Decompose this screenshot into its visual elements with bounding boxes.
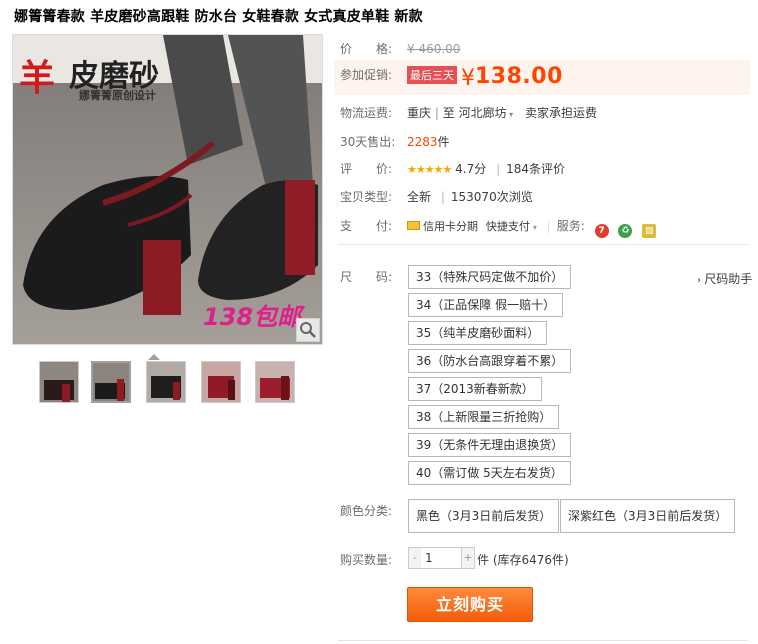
overlay-brand: 娜箐箐原创设计 xyxy=(79,89,156,102)
size-option[interactable]: 36（防水台高跟穿着不累） xyxy=(408,349,572,373)
seven-day-return-icon[interactable]: 7 xyxy=(594,224,609,238)
review-count-link[interactable]: 184条评价 xyxy=(506,162,565,176)
price-row: 价 格: ¥ 460.00 xyxy=(340,40,460,57)
quantity-label: 购买数量: xyxy=(340,553,393,567)
product-type-value: 全新 xyxy=(407,190,432,204)
rating-score: 4.7分 xyxy=(455,162,487,176)
size-label: 尺 码: xyxy=(340,270,393,284)
color-option-dark-red[interactable]: 深紫红色（3月3日前后发货） xyxy=(560,499,736,533)
price-label: 价 格: xyxy=(340,42,393,56)
main-product-image[interactable]: 羊 皮磨砂 娜箐箐原创设计 138包邮 xyxy=(12,34,323,345)
thumbnail-2[interactable] xyxy=(91,361,131,403)
payment-row: 支 付: 信用卡分期 快捷支付 ▾ | 服务: 7 ♻ ▧ xyxy=(340,217,657,238)
bottom-divider xyxy=(338,640,748,641)
shipping-destination[interactable]: 河北廊坊 ▾ xyxy=(459,106,514,120)
payment-label: 支 付: xyxy=(340,219,393,233)
divider xyxy=(338,244,748,245)
credit-card-icon xyxy=(407,221,420,230)
shipping-to: 河北廊坊 xyxy=(458,106,507,120)
size-option[interactable]: 35（纯羊皮磨砂面料） xyxy=(408,321,548,345)
size-option[interactable]: 33（特殊尺码定做不加价） xyxy=(408,265,572,289)
shipping-divider: | xyxy=(434,106,439,120)
payment-method-installment[interactable]: 信用卡分期 xyxy=(423,220,478,233)
size-option[interactable]: 40（需订做 5天左右发货） xyxy=(408,461,571,485)
size-option[interactable]: 34（正品保障 假一赔十） xyxy=(408,293,564,317)
payment-method-quick[interactable]: 快捷支付 xyxy=(486,220,530,233)
overlay-sheep-char: 羊 xyxy=(19,57,56,99)
shipping-row: 物流运费: 重庆 | 至 河北廊坊 ▾ 卖家承担运费 xyxy=(340,104,597,121)
promo-tag: 最后三天 xyxy=(407,66,457,84)
promo-row: 参加促销: 最后三天 ¥138.00 xyxy=(340,64,563,91)
promo-label: 参加促销: xyxy=(340,68,393,82)
sales-count: 2283 xyxy=(407,135,438,149)
original-price: ¥ 460.00 xyxy=(407,42,461,56)
size-option[interactable]: 38（上新限量三折抢购） xyxy=(408,405,560,429)
rating-stars: ★★★★★ xyxy=(407,163,452,176)
rating-row: 评 价: ★★★★★ 4.7分 | 184条评价 xyxy=(340,160,565,177)
sales-row: 30天售出: 2283件 xyxy=(340,133,450,150)
stock-note: 件 (库存6476件) xyxy=(477,553,569,567)
recycle-guarantee-icon[interactable]: ♻ xyxy=(618,224,633,238)
currency-symbol: ¥ xyxy=(461,66,475,91)
sales-label: 30天售出: xyxy=(340,135,396,149)
zoom-button[interactable] xyxy=(296,318,320,342)
sales-unit: 件 xyxy=(437,135,450,149)
overlay-badge: 138包邮 xyxy=(203,303,302,331)
quantity-minus-button[interactable]: - xyxy=(408,547,422,569)
rating-divider: | xyxy=(496,162,501,176)
rating-label: 评 价: xyxy=(340,162,393,176)
shipping-from: 重庆 xyxy=(407,106,432,120)
magnifier-icon xyxy=(300,322,316,338)
size-option[interactable]: 39（无条件无理由退换货） xyxy=(408,433,572,457)
size-label-row: 尺 码: xyxy=(340,268,392,285)
shipping-to-prefix: 至 xyxy=(442,106,455,120)
size-helper-text: 尺码助手 xyxy=(704,272,753,286)
size-option[interactable]: 37（2013新春新款） xyxy=(408,377,542,401)
shipping-label: 物流运费: xyxy=(340,106,393,120)
product-title: 娜箐箐春款 羊皮磨砂高跟鞋 防水台 女鞋春款 女式真皮单鞋 新款 xyxy=(14,9,423,25)
thumbnail-strip xyxy=(39,354,309,407)
size-helper-link[interactable]: › 尺码助手 xyxy=(697,270,752,287)
buy-now-button[interactable]: 立刻购买 xyxy=(407,587,533,622)
thumbnail-1[interactable] xyxy=(39,361,79,403)
service-label: 服务: xyxy=(556,219,585,233)
color-label: 颜色分类: xyxy=(340,504,393,518)
chevron-down-icon: ▾ xyxy=(506,110,514,119)
product-type-row: 宝贝类型: 全新 | 153070次浏览 xyxy=(340,188,533,205)
chevron-down-icon[interactable]: ▾ xyxy=(533,223,537,232)
card-payment-icon[interactable]: ▧ xyxy=(642,224,657,238)
quantity-plus-button[interactable]: + xyxy=(461,547,475,569)
payment-separator: | xyxy=(546,219,551,233)
product-type-divider: | xyxy=(440,190,445,204)
thumbnail-5[interactable] xyxy=(255,361,295,403)
promo-price: 138.00 xyxy=(475,64,563,89)
shipping-carrier: 卖家承担运费 xyxy=(524,106,597,120)
color-label-row: 颜色分类: xyxy=(340,502,392,519)
product-type-label: 宝贝类型: xyxy=(340,190,393,204)
thumbnail-3[interactable] xyxy=(146,361,186,403)
color-option-black[interactable]: 黑色（3月3日前后发货） xyxy=(408,499,560,533)
view-count: 153070次浏览 xyxy=(450,190,533,204)
quantity-label-row: 购买数量: xyxy=(340,551,392,568)
thumbnail-4[interactable] xyxy=(201,361,241,403)
thumbnail-active-arrow xyxy=(148,354,160,360)
